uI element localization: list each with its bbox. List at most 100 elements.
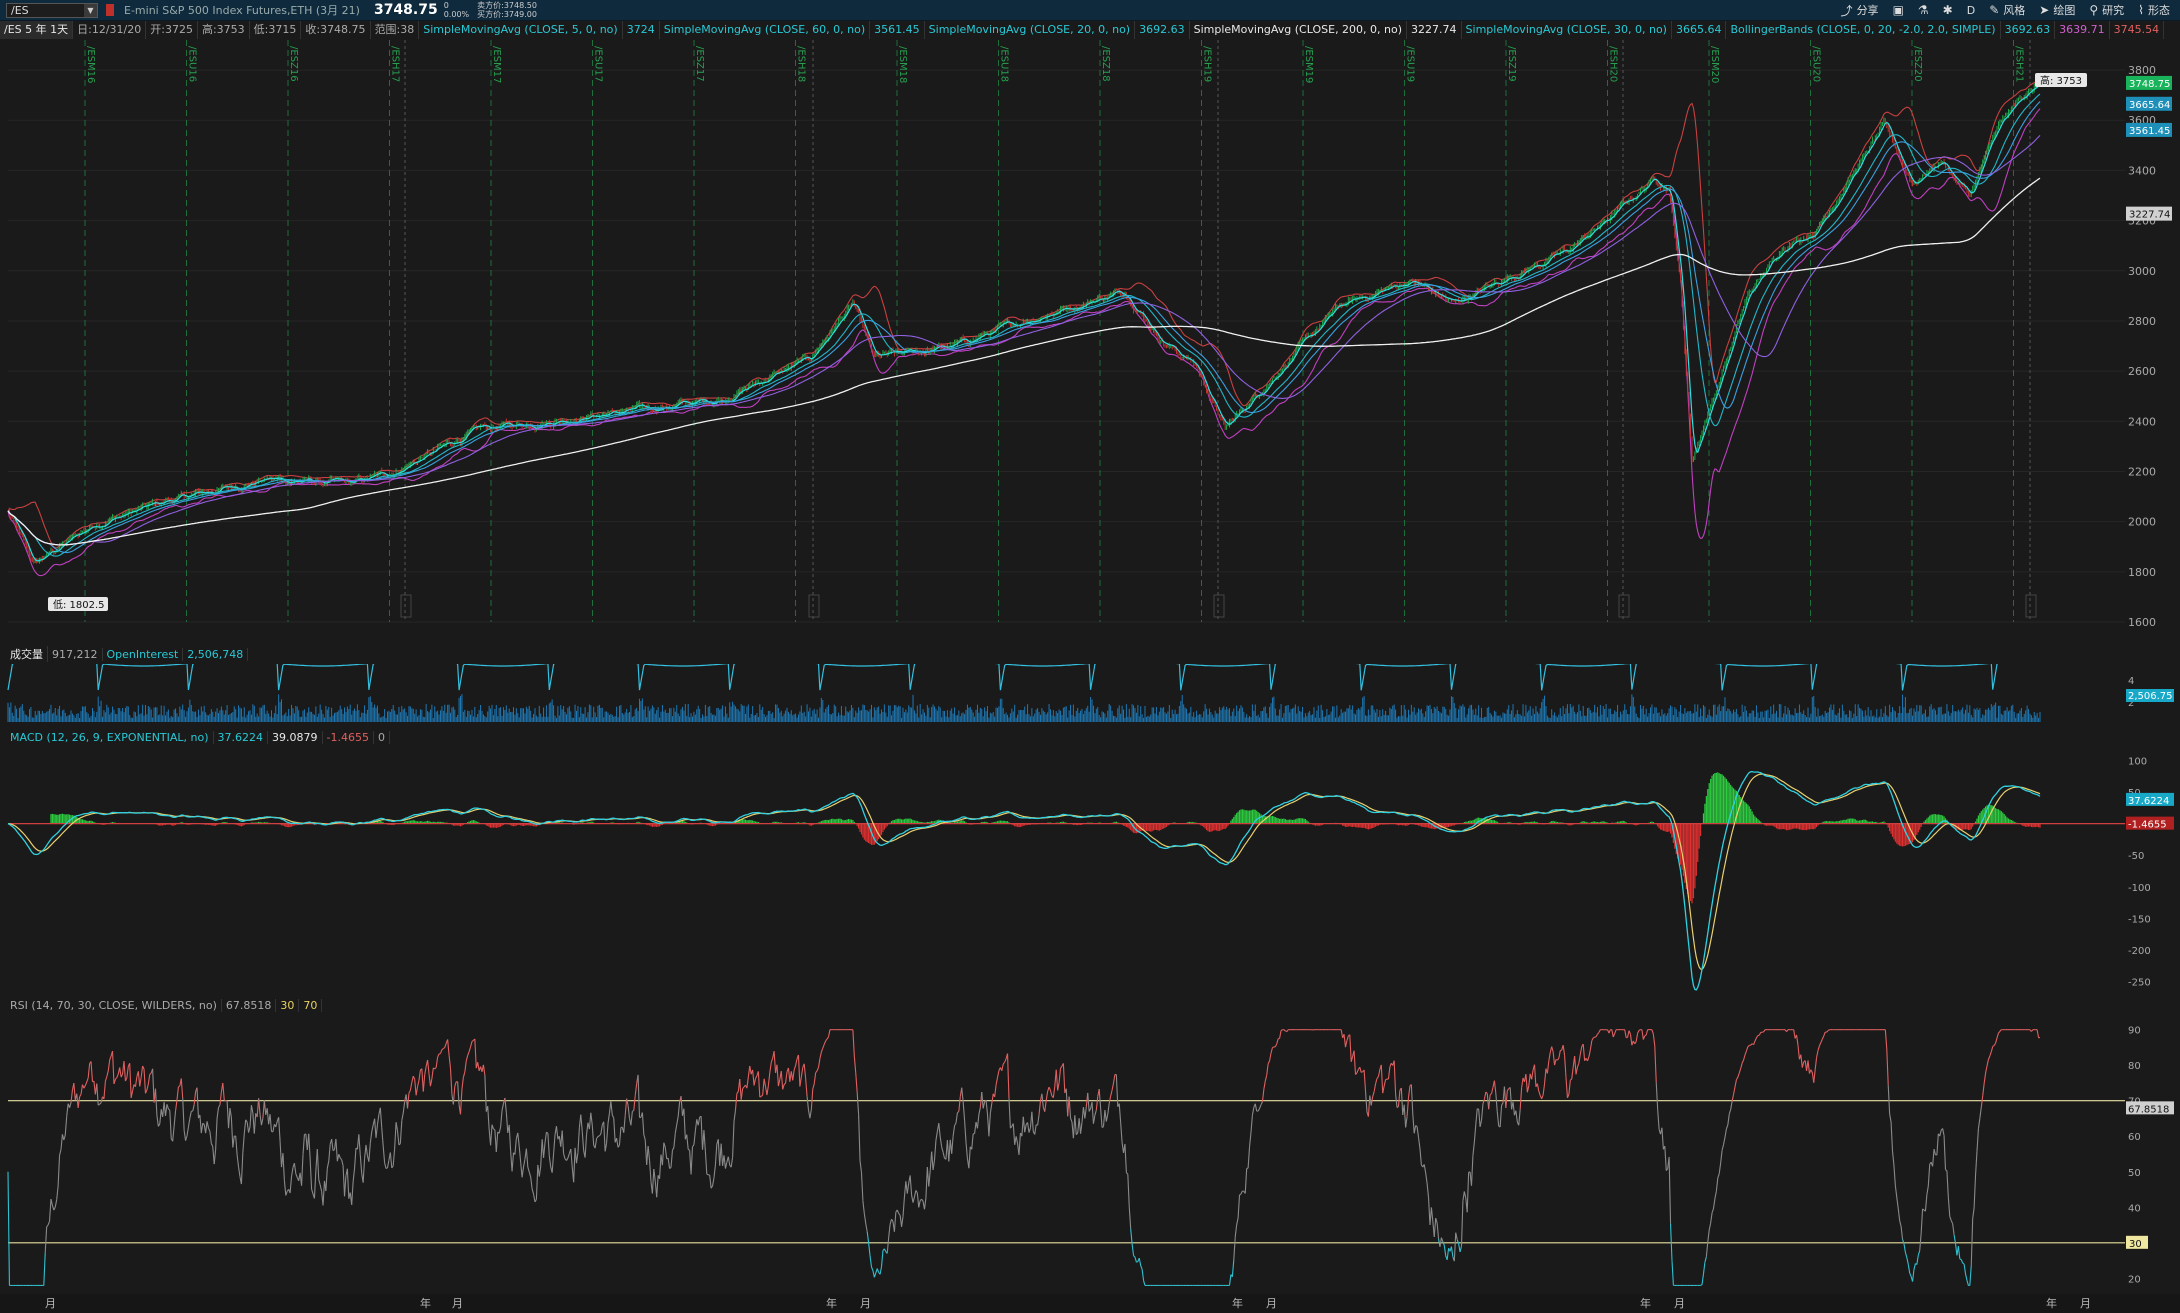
price-panel-bg	[0, 40, 2180, 640]
price-tick-label: 2200	[2128, 465, 2156, 478]
ask-price: 买方价:3749.00	[477, 10, 537, 19]
drawing-button[interactable]: ➤ 绘图	[2039, 2, 2075, 18]
contract-label: /ESM17	[491, 46, 502, 83]
macd-diff-marker: -1.4655	[2126, 816, 2174, 831]
price-tick-label: 3800	[2128, 64, 2156, 77]
study-legend-item: 低:3715	[250, 21, 302, 39]
time-axis-label: 年	[420, 1296, 431, 1310]
open-interest-label: OpenInterest	[103, 647, 184, 661]
rsi-tick-label: 20	[2128, 1274, 2141, 1285]
chart-period-label[interactable]: /ES 5 年 1天	[0, 21, 74, 39]
rsi-panel-bg	[0, 1014, 2180, 1294]
flag-icon[interactable]	[106, 4, 114, 16]
aggregation-button[interactable]: D	[1967, 4, 1975, 17]
thinkorswim-chart-window: /ES ▼ E-mini S&P 500 Index Futures,ETH (…	[0, 0, 2180, 1313]
study-legend-item: 3692.63	[1135, 21, 1190, 39]
study-legend-item: 3692.63	[2001, 21, 2056, 39]
studies-button[interactable]: ⚲ 研究	[2089, 2, 2124, 18]
price-marker: 3227.74	[2126, 206, 2172, 221]
bid-price: 卖方价:3748.50	[477, 1, 537, 10]
macd-tick-label: -250	[2128, 978, 2151, 989]
study-legend-item: 收:3748.75	[301, 21, 371, 39]
macd-tick-label: -100	[2128, 883, 2151, 894]
svg-text:2,506.75: 2,506.75	[2128, 691, 2173, 702]
contract-label: /ESZ18	[1100, 46, 1111, 82]
symbol-text: /ES	[11, 3, 29, 17]
rsi-chart-panel[interactable]: 908070605040302067.851830	[0, 1014, 2180, 1294]
price-tick-label: 1800	[2128, 566, 2156, 579]
share-button[interactable]: ⤴ 分享	[1841, 2, 1879, 19]
price-tick-label: 2600	[2128, 365, 2156, 378]
style-icon: ✎	[1989, 3, 2000, 17]
high-label: 高: 3753	[2035, 73, 2087, 87]
macd-tick-label: 100	[2128, 756, 2147, 767]
patterns-button[interactable]: ⌇ 形态	[2138, 2, 2170, 18]
flask-icon: ⚗	[1917, 3, 1929, 17]
contract-label: /ESH20	[1608, 46, 1619, 82]
share-icon: ⤴	[1840, 3, 1853, 18]
rsi-30-marker: 30	[2126, 1235, 2148, 1250]
calendar-button[interactable]: ▣	[1893, 3, 1904, 17]
chevron-down-icon[interactable]: ▼	[84, 3, 97, 17]
contract-label: /ESZ20	[1912, 46, 1923, 82]
contract-label: /ESZ17	[694, 46, 705, 82]
volume-title: 成交量	[6, 646, 48, 662]
price-tick-label: 2400	[2128, 415, 2156, 428]
open-interest-value: 2,506,748	[183, 647, 249, 661]
contract-label: /ESH19	[1202, 46, 1213, 82]
chart-tools: ⤴ 分享 ▣ ⚗ ✱ D ✎ 风格 ➤ 绘图 ⚲ 研究 ⌇ 形态	[1841, 0, 2180, 20]
flask-button[interactable]: ⚗	[1918, 3, 1929, 17]
settings-button[interactable]: ✱	[1943, 3, 1953, 17]
study-legend-item: 3561.45	[870, 21, 925, 39]
time-axis-label: 月	[45, 1297, 56, 1310]
volume-tick-label: 4	[2128, 676, 2134, 687]
price-chart-panel[interactable]: 3800360034003200300028002600240022002000…	[0, 40, 2180, 640]
svg-text:3227.74: 3227.74	[2129, 210, 2170, 221]
macd-panel-header: MACD (12, 26, 9, EXPONENTIAL, no) 37.622…	[6, 729, 390, 745]
study-icon: ⚲	[2089, 3, 2099, 17]
time-axis-label: 年	[1232, 1296, 1243, 1310]
macd-diff: -1.4655	[323, 730, 374, 744]
contract-label: /ESM18	[897, 46, 908, 83]
contract-label: /ESU20	[1811, 46, 1822, 82]
time-axis: 月年月年月年月年月年月	[0, 1294, 2180, 1313]
volume-value: 917,212	[48, 647, 103, 661]
style-button[interactable]: ✎ 风格	[1989, 2, 2025, 18]
study-legend-item: 范围:38	[371, 21, 420, 39]
rsi-panel-header: RSI (14, 70, 30, CLOSE, WILDERS, no) 67.…	[6, 997, 323, 1013]
last-price: 3748.75	[373, 2, 438, 18]
contract-label: /ESZ19	[1506, 46, 1517, 82]
price-change: 0 0.00%	[444, 1, 469, 19]
contract-label: /ESM16	[85, 46, 96, 83]
macd-tick-label: -150	[2128, 914, 2151, 925]
macd-avg: 39.0879	[268, 730, 323, 744]
study-legend-item: SimpleMovingAvg (CLOSE, 60, 0, no)	[660, 21, 871, 39]
study-legend-item: 3745.54	[2110, 21, 2165, 39]
time-axis-label: 年	[826, 1296, 837, 1310]
price-tick-label: 3000	[2128, 265, 2156, 278]
change-value: 0	[443, 1, 449, 10]
svg-text:3748.75: 3748.75	[2129, 79, 2170, 90]
rsi-value-marker: 67.8518	[2126, 1101, 2174, 1115]
symbol-input[interactable]: /ES ▼	[6, 2, 98, 18]
volume-chart-panel[interactable]: 422,506.75	[0, 664, 2180, 726]
price-tick-label: 1600	[2128, 616, 2156, 629]
rsi-tick-label: 90	[2128, 1026, 2141, 1037]
time-axis-label: 年	[1640, 1296, 1651, 1310]
macd-value: 37.6224	[214, 730, 269, 744]
contract-label: /ESH18	[796, 46, 807, 82]
price-marker: 3561.45	[2126, 122, 2172, 137]
macd-panel-bg	[0, 746, 2180, 996]
rsi-value: 67.8518	[222, 998, 277, 1012]
study-legend: /ES 5 年 1天 日:12/31/20 开:3725 高:3753 低:3715 收:…	[0, 21, 2180, 39]
svg-text:高: 3753: 高: 3753	[2040, 74, 2082, 87]
macd-zero: 0	[374, 730, 390, 744]
rsi-title: RSI (14, 70, 30, CLOSE, WILDERS, no)	[6, 998, 222, 1012]
macd-chart-panel[interactable]: 100500-50-100-150-200-25037.6224-1.4655	[0, 746, 2180, 996]
svg-text:-1.4655: -1.4655	[2128, 820, 2167, 831]
rsi-level-30: 30	[276, 998, 300, 1012]
price-tick-label: 2000	[2128, 516, 2156, 529]
contract-label: /ESU17	[593, 46, 604, 82]
study-legend-item: SimpleMovingAvg (CLOSE, 30, 0, no)	[1462, 21, 1672, 39]
instrument-description: E-mini S&P 500 Index Futures,ETH (3月 21)	[124, 4, 360, 17]
